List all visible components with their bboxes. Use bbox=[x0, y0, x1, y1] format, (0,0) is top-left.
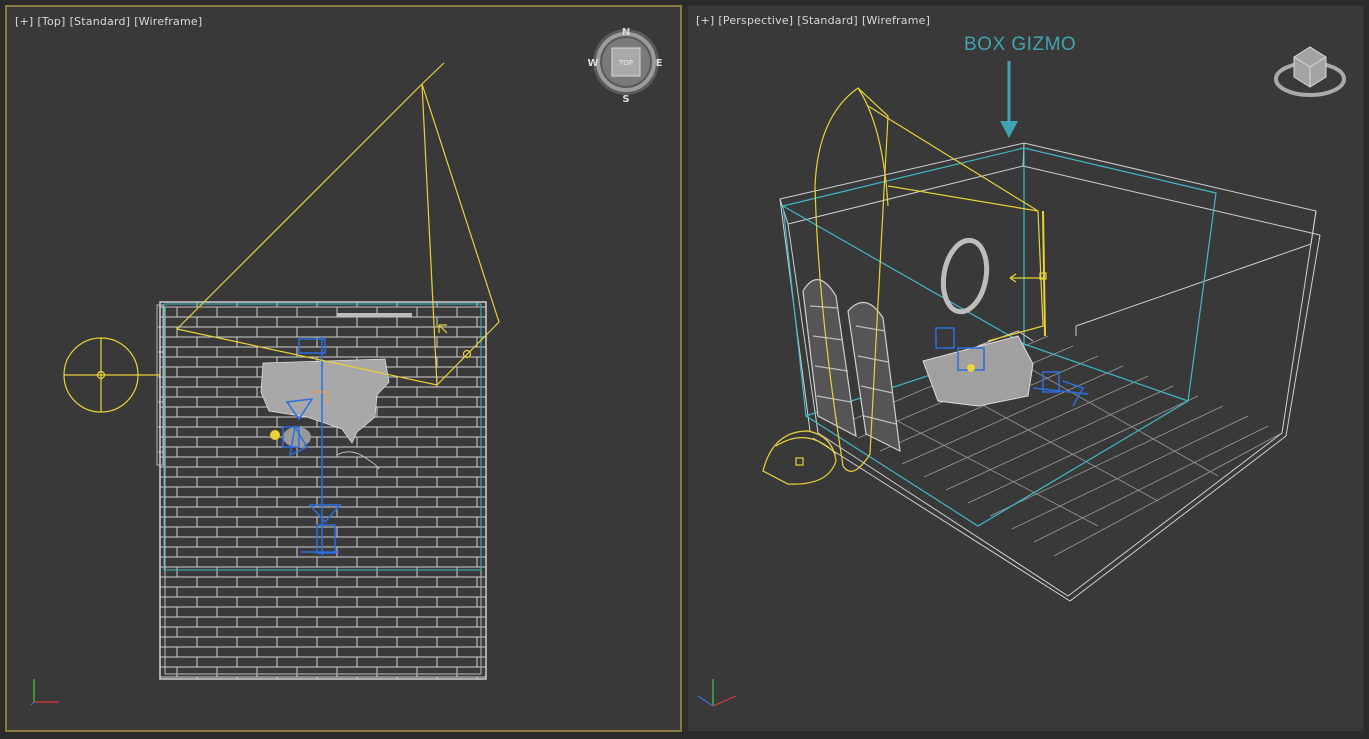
floor-planks-perspective bbox=[837, 335, 1281, 557]
light-sphere-top[interactable] bbox=[63, 337, 160, 413]
top-view-scene[interactable]: TOP N S E W bbox=[7, 7, 680, 730]
arched-windows bbox=[802, 279, 901, 453]
compass-w[interactable]: W bbox=[587, 58, 598, 69]
viewcube-icon[interactable] bbox=[1274, 46, 1346, 97]
furniture-perspective bbox=[922, 330, 1034, 407]
axis-tripod-icon bbox=[30, 679, 59, 706]
box-gizmo-arrow-icon bbox=[1000, 61, 1018, 138]
viewport-top[interactable]: [+] [Top] [Standard] [Wireframe] TOP N S… bbox=[5, 5, 682, 732]
viewcube-icon[interactable]: TOP N S E W bbox=[587, 27, 662, 105]
light-dome-perspective[interactable] bbox=[762, 430, 837, 485]
viewport-perspective[interactable]: [+] [Perspective] [Standard] [Wireframe] BO… bbox=[687, 5, 1364, 732]
perspective-scene[interactable] bbox=[688, 6, 1363, 731]
oval-mirror bbox=[940, 237, 990, 315]
viewcube-face-label: TOP bbox=[618, 59, 633, 67]
compass-e[interactable]: E bbox=[656, 58, 663, 69]
compass-s[interactable]: S bbox=[622, 94, 629, 105]
axis-tripod-icon bbox=[697, 679, 737, 707]
compass-n[interactable]: N bbox=[622, 27, 630, 38]
